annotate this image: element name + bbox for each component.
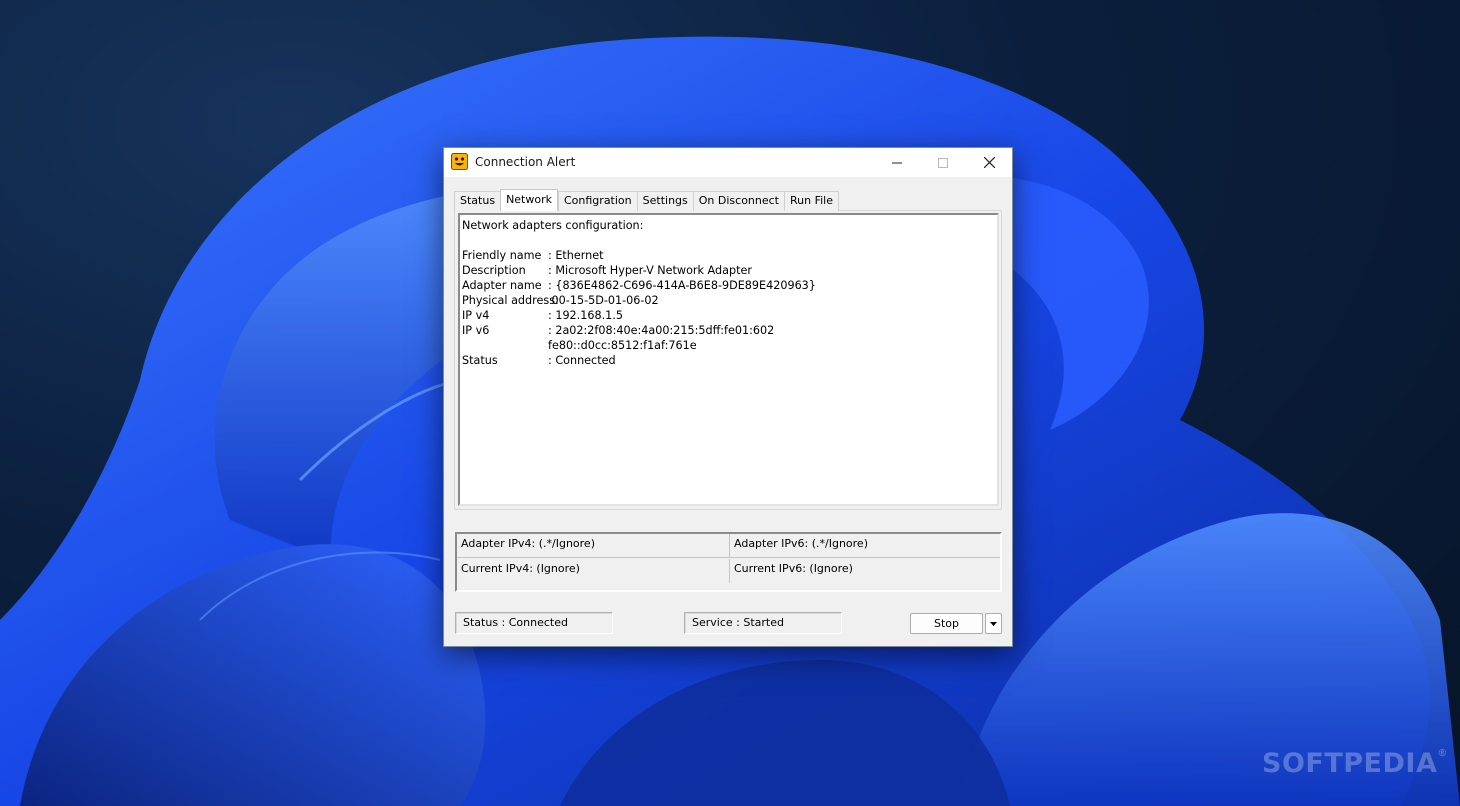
service-status-panel: Service : Started [684, 612, 842, 634]
title-bar[interactable]: Connection Alert [444, 148, 1012, 177]
smiley-app-icon [451, 153, 468, 170]
info-value: : Connected [548, 354, 616, 367]
info-row-status: Status : Connected [462, 353, 995, 368]
info-row-ipv6: IP v6 : 2a02:2f08:40e:4a00:215:5dff:fe01:… [462, 323, 995, 338]
minimize-button[interactable] [874, 148, 920, 177]
info-value: 00-15-5D-01-06-02 [548, 294, 659, 307]
network-heading: Network adapters configuration: [462, 219, 644, 232]
info-key: Adapter name [462, 279, 542, 292]
tab-configration[interactable]: Configration [558, 191, 637, 211]
info-value: : 192.168.1.5 [548, 309, 623, 322]
info-row-description: Description : Microsoft Hyper-V Network A… [462, 263, 995, 278]
tab-run-file[interactable]: Run File [784, 191, 839, 211]
info-key: IP v4 [462, 309, 490, 322]
triangle-down-icon [990, 621, 997, 626]
current-ipv4-cell[interactable]: Current IPv4: (Ignore) [457, 559, 730, 583]
info-value: : Microsoft Hyper-V Network Adapter [548, 264, 752, 277]
info-row-ipv6-link-local: fe80::d0cc:8512:f1af:761e [462, 338, 995, 353]
tab-status[interactable]: Status [454, 191, 501, 211]
network-info-textbox[interactable]: Network adapters configuration: Friendly… [458, 213, 999, 506]
tab-settings[interactable]: Settings [636, 191, 693, 211]
close-button[interactable] [966, 148, 1012, 177]
info-key: Status [462, 354, 498, 367]
connection-status-panel: Status : Connected [455, 612, 613, 634]
info-key: Physical address: [462, 294, 559, 307]
maximize-button[interactable] [920, 148, 966, 177]
info-key: Description [462, 264, 526, 277]
stop-button[interactable]: Stop [910, 613, 983, 634]
info-value: : Ethernet [548, 249, 604, 262]
tab-on-disconnect[interactable]: On Disconnect [692, 191, 784, 211]
watermark-text: SOFTPEDIA [1262, 748, 1438, 779]
tab-network[interactable]: Network [500, 189, 558, 211]
adapter-ipv4-cell[interactable]: Adapter IPv4: (.*/Ignore) [457, 534, 730, 558]
maximize-icon [938, 157, 948, 168]
info-value: : 2a02:2f08:40e:4a00:215:5dff:fe01:602 [548, 324, 775, 337]
info-row-friendly-name: Friendly name : Ethernet [462, 248, 995, 263]
info-row-physical-address: Physical address: 00-15-5D-01-06-02 [462, 293, 995, 308]
info-row-adapter-name: Adapter name : {836E4862-C696-414A-B6E8-9… [462, 278, 995, 293]
close-icon [983, 157, 995, 168]
desktop: SOFTPEDIA® Connection Alert Status Netwo… [0, 0, 1460, 806]
info-key: Friendly name [462, 249, 542, 262]
minimize-icon [892, 162, 902, 163]
softpedia-watermark: SOFTPEDIA® [1262, 748, 1448, 779]
current-ipv6-cell[interactable]: Current IPv6: (Ignore) [730, 559, 1000, 583]
tab-strip: Status Network Configration Settings On … [454, 189, 839, 211]
adapter-ipv6-cell[interactable]: Adapter IPv6: (.*/Ignore) [730, 534, 1000, 558]
info-key: IP v6 [462, 324, 490, 337]
info-value: : {836E4862-C696-414A-B6E8-9DE89E420963} [548, 279, 816, 292]
info-row-ipv4: IP v4 : 192.168.1.5 [462, 308, 995, 323]
info-value: fe80::d0cc:8512:f1af:761e [548, 339, 697, 352]
connection-alert-window: Connection Alert Status Network Configra… [443, 147, 1013, 647]
stop-dropdown-button[interactable] [985, 613, 1002, 634]
window-title: Connection Alert [475, 155, 576, 169]
watermark-mark: ® [1437, 748, 1448, 759]
ip-filter-grid: Adapter IPv4: (.*/Ignore) Adapter IPv6: … [455, 532, 1002, 592]
